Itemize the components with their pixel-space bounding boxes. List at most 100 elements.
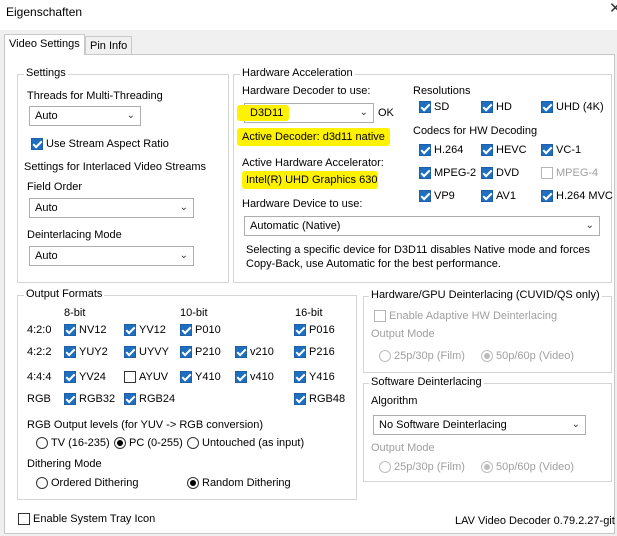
dither-random-label: Random Dithering [202, 477, 291, 489]
fmt-nv12-checkbox[interactable] [64, 324, 76, 336]
level-tv-radio[interactable] [36, 437, 48, 449]
fmt-y410-label: Y410 [195, 371, 221, 383]
codec-vp9-checkbox[interactable] [419, 190, 431, 202]
fmt-p216-label: P216 [309, 346, 335, 358]
fmt-uyvy-checkbox[interactable] [124, 346, 136, 358]
res-sd-label: SD [434, 101, 450, 113]
level-untouched-radio[interactable] [187, 437, 199, 449]
fmt-rgb32-checkbox[interactable] [64, 393, 76, 405]
active-accel-value: Intel(R) UHD Graphics 630 [246, 174, 378, 186]
fmt-p210-label: P210 [195, 346, 221, 358]
field-order-label: Field Order [27, 181, 83, 193]
res-hd-checkbox[interactable] [481, 101, 493, 113]
field-order-value: Auto [35, 202, 58, 214]
fmt-ayuv-checkbox[interactable] [124, 371, 136, 383]
fmt-rgb48-checkbox[interactable] [294, 393, 306, 405]
active-accel-label: Active Hardware Accelerator: [242, 157, 384, 169]
codec-h264-checkbox[interactable] [419, 144, 431, 156]
fmt-yv12-label: YV12 [139, 324, 166, 336]
device-note-line2: Copy-Back, use Automatic for the best pe… [246, 258, 501, 270]
deint-mode-value: Auto [35, 250, 58, 262]
hw-film-label: 25p/30p (Film) [394, 350, 465, 362]
decoder-value: D3D11 [250, 107, 284, 119]
codec-vc1-checkbox[interactable] [541, 144, 553, 156]
title-bar: Eigenschaften ✕ [0, 0, 617, 30]
threads-select[interactable]: Auto ⌄ [29, 106, 141, 126]
threads-label: Threads for Multi-Threading [27, 90, 163, 102]
stream-aspect-checkbox[interactable] [31, 138, 43, 150]
active-decoder: Active Decoder: d3d11 native [242, 131, 385, 143]
fmt-ayuv-label: AYUV [139, 371, 169, 383]
close-icon[interactable]: ✕ [609, 1, 617, 16]
fmt-yuy2-label: YUY2 [79, 346, 108, 358]
sw-deint-title: Software Deinterlacing [369, 376, 484, 389]
fmt-v410-label: v410 [250, 371, 274, 383]
res-uhd-checkbox[interactable] [541, 101, 553, 113]
codec-hevc-checkbox[interactable] [481, 144, 493, 156]
fmt-yuy2-checkbox[interactable] [64, 346, 76, 358]
fmt-v210-checkbox[interactable] [235, 346, 247, 358]
fmt-y410-checkbox[interactable] [180, 371, 192, 383]
chevron-down-icon: ⌄ [179, 202, 188, 213]
codec-dvd-label: DVD [496, 167, 520, 179]
window-title: Eigenschaften [6, 5, 83, 19]
codec-dvd-checkbox[interactable] [481, 167, 493, 179]
deint-mode-select[interactable]: Auto ⌄ [29, 246, 194, 266]
res-hd-label: HD [496, 101, 512, 113]
system-tray-checkbox[interactable] [18, 513, 30, 525]
res-sd-checkbox[interactable] [419, 101, 431, 113]
decoder-select[interactable]: D3D11 ⌄ [237, 103, 374, 123]
tab-pin-info[interactable]: Pin Info [85, 36, 133, 55]
level-pc-radio[interactable] [114, 437, 126, 449]
row-rgb-label: RGB [27, 393, 51, 405]
tab-video-settings[interactable]: Video Settings [4, 34, 85, 55]
hw-film-radio[interactable] [379, 350, 391, 362]
fmt-v410-checkbox[interactable] [235, 371, 247, 383]
dithering-label: Dithering Mode [27, 458, 102, 470]
codec-mpeg4-checkbox[interactable] [541, 167, 553, 179]
field-order-select[interactable]: Auto ⌄ [29, 198, 194, 218]
sw-video-radio[interactable] [481, 461, 493, 473]
fmt-y416-checkbox[interactable] [294, 371, 306, 383]
row-422-label: 4:2:2 [27, 346, 52, 358]
fmt-yv24-checkbox[interactable] [64, 371, 76, 383]
codec-av1-checkbox[interactable] [481, 190, 493, 202]
fmt-yv12-checkbox[interactable] [124, 324, 136, 336]
codec-mpeg4-label: MPEG-4 [556, 167, 599, 179]
codec-vc1-label: VC-1 [556, 144, 582, 156]
device-note-line1: Selecting a specific device for D3D11 di… [246, 244, 591, 256]
fmt-rgb32-label: RGB32 [79, 393, 116, 405]
dither-ordered-radio[interactable] [36, 477, 48, 489]
chevron-down-icon: ⌄ [179, 250, 188, 261]
fmt-rgb24-label: RGB24 [139, 393, 176, 405]
fmt-rgb24-checkbox[interactable] [124, 393, 136, 405]
hw-deint-title: Hardware/GPU Deinterlacing (CUVID/QS onl… [369, 289, 602, 302]
row-444-label: 4:4:4 [27, 371, 52, 383]
fmt-yv24-label: YV24 [79, 371, 106, 383]
dither-random-radio[interactable] [187, 477, 199, 489]
fmt-p016-checkbox[interactable] [294, 324, 306, 336]
device-select[interactable]: Automatic (Native) ⌄ [244, 216, 600, 236]
codec-mpeg2-checkbox[interactable] [419, 167, 431, 179]
hw-adaptive-checkbox[interactable] [374, 310, 386, 322]
col-16bit-header: 16-bit [295, 307, 323, 319]
output-formats-title: Output Formats [24, 288, 105, 301]
tab-strip: Video Settings Pin Info [0, 34, 617, 55]
sw-algorithm-select[interactable]: No Software Deinterlacing ⌄ [373, 415, 586, 435]
fmt-nv12-label: NV12 [79, 324, 107, 336]
hwaccel-group-title: Hardware Acceleration [240, 67, 355, 80]
hw-output-mode-label: Output Mode [371, 328, 435, 340]
hw-video-radio[interactable] [481, 350, 493, 362]
fmt-p216-checkbox[interactable] [294, 346, 306, 358]
deint-mode-label: Deinterlacing Mode [27, 229, 122, 241]
fmt-y416-label: Y416 [309, 371, 335, 383]
chevron-down-icon: ⌄ [571, 419, 580, 430]
sw-film-radio[interactable] [379, 461, 391, 473]
sw-algorithm-label: Algorithm [371, 395, 418, 407]
fmt-p210-checkbox[interactable] [180, 346, 192, 358]
hw-adaptive-label: Enable Adaptive HW Deinterlacing [389, 310, 558, 322]
codec-h264mvc-checkbox[interactable] [541, 190, 553, 202]
stream-aspect-label: Use Stream Aspect Ratio [46, 138, 169, 150]
fmt-p010-checkbox[interactable] [180, 324, 192, 336]
codecs-title: Codecs for HW Decoding [413, 125, 538, 137]
